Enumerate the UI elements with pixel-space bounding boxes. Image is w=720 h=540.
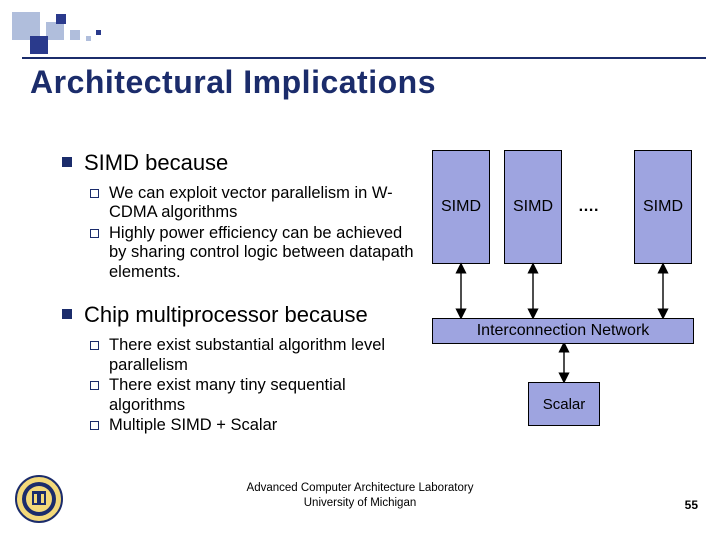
deco-square <box>56 14 66 24</box>
bullet-level2: We can exploit vector parallelism in W-C… <box>90 184 418 223</box>
bullet-outline-icon <box>90 229 99 238</box>
deco-square <box>70 30 80 40</box>
bullet-text: Highly power efficiency can be achieved … <box>109 224 418 282</box>
title-rule <box>22 57 706 59</box>
bullet-text: SIMD because <box>84 150 228 176</box>
university-seal-icon <box>14 474 64 524</box>
bullet-icon <box>62 309 72 319</box>
bullet-level2: Multiple SIMD + Scalar <box>90 416 418 435</box>
footer-line: University of Michigan <box>0 496 720 510</box>
bullet-outline-icon <box>90 189 99 198</box>
bullet-text: There exist many tiny sequential algorit… <box>109 376 418 415</box>
slide: Architectural Implications SIMD because … <box>0 0 720 540</box>
bullet-text: Chip multiprocessor because <box>84 302 368 328</box>
bullet-icon <box>62 157 72 167</box>
deco-square <box>96 30 101 35</box>
deco-square <box>86 36 91 41</box>
interconnection-network-box: Interconnection Network <box>432 318 694 344</box>
bullet-text: We can exploit vector parallelism in W-C… <box>109 184 418 223</box>
bullet-level1: Chip multiprocessor because <box>62 302 418 328</box>
deco-square <box>30 36 48 54</box>
bullet-outline-icon <box>90 341 99 350</box>
slide-footer: Advanced Computer Architecture Laborator… <box>0 481 720 510</box>
content-area: SIMD because We can exploit vector paral… <box>62 150 418 456</box>
scalar-box: Scalar <box>528 382 600 426</box>
bullet-level2: Highly power efficiency can be achieved … <box>90 224 418 282</box>
footer-line: Advanced Computer Architecture Laborator… <box>0 481 720 495</box>
bullet-outline-icon <box>90 381 99 390</box>
bullet-level2: There exist many tiny sequential algorit… <box>90 376 418 415</box>
bullet-text: Multiple SIMD + Scalar <box>109 416 277 435</box>
bullet-level1: SIMD because <box>62 150 418 176</box>
deco-square <box>46 22 64 40</box>
slide-title: Architectural Implications <box>30 64 436 101</box>
bullet-outline-icon <box>90 421 99 430</box>
bullet-level2: There exist substantial algorithm level … <box>90 336 418 375</box>
bullet-text: There exist substantial algorithm level … <box>109 336 418 375</box>
page-number: 55 <box>685 498 698 512</box>
architecture-diagram: SIMD SIMD …. SIMD Interconnection Networ… <box>432 150 696 420</box>
